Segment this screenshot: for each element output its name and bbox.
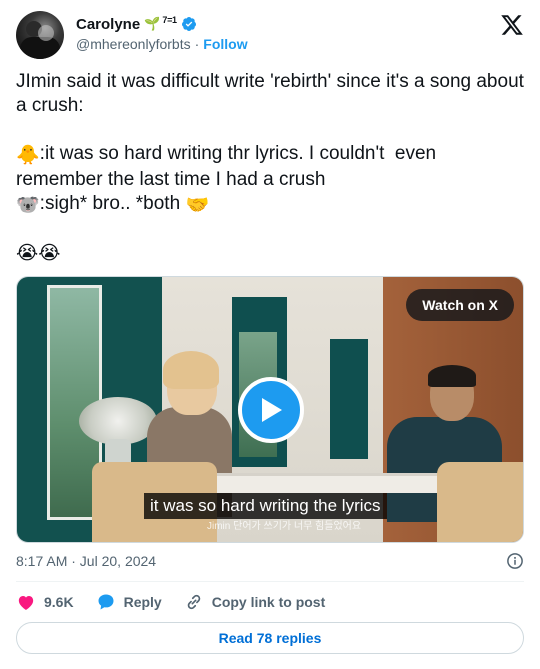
reply-label: Reply (123, 594, 162, 610)
handshake-emoji: 🤝 (185, 195, 210, 216)
tweet-line-1: JImin said it was difficult write 'rebir… (16, 71, 530, 116)
tweet-card: Carolyne 🌱 7=1 @mhereonlyforbts · Follow… (0, 0, 540, 669)
sprout-emoji: 🌱 (144, 16, 161, 31)
tweet-header: Carolyne 🌱 7=1 @mhereonlyforbts · Follow (16, 11, 524, 61)
copy-link-label: Copy link to post (211, 594, 326, 610)
handle[interactable]: @mhereonlyforbts (76, 36, 191, 52)
separator: · (194, 36, 200, 52)
play-button[interactable] (238, 377, 304, 443)
tweet-line-3: :sigh* bro.. *both (39, 193, 186, 214)
info-icon[interactable] (506, 552, 524, 570)
timestamp[interactable]: 8:17 AM · Jul 20, 2024 (16, 553, 156, 569)
name-suffix: 7=1 (162, 15, 177, 25)
avatar[interactable] (16, 11, 64, 59)
name-row: Carolyne 🌱 7=1 (76, 14, 197, 34)
chick-emoji: 🐥 (16, 145, 40, 166)
divider (16, 581, 524, 582)
tweet-line-2: :it was so hard writing thr lyrics. I co… (16, 143, 442, 190)
video-subtitle-korean: Jimin 단어가 쓰기가 너무 힘들었어요 (207, 521, 362, 532)
play-icon (262, 398, 282, 422)
reply-bubble-icon (98, 594, 114, 610)
timestamp-row: 8:17 AM · Jul 20, 2024 (16, 551, 524, 571)
video-player[interactable]: Watch on X it was so hard writing the ly… (16, 276, 524, 543)
like-count: 9.6K (44, 594, 74, 610)
display-name[interactable]: Carolyne (76, 16, 140, 33)
read-replies-button[interactable]: Read 78 replies (16, 622, 524, 654)
handle-row: @mhereonlyforbts · Follow (76, 36, 248, 52)
copy-link-button[interactable]: Copy link to post (184, 592, 326, 612)
tweet-text: JImin said it was difficult write 'rebir… (16, 70, 524, 266)
video-subtitle: it was so hard writing the lyrics (144, 493, 387, 519)
action-bar: 9.6K Reply Copy link to post (16, 590, 347, 614)
x-logo-icon[interactable] (500, 13, 524, 37)
verified-badge-icon (181, 17, 196, 31)
link-icon (187, 594, 200, 610)
follow-button[interactable]: Follow (203, 36, 247, 52)
heart-icon (18, 596, 34, 610)
watch-on-x-button[interactable]: Watch on X (406, 289, 514, 321)
crying-emojis: 😭😭 (16, 243, 61, 264)
koala-emoji: 🐨 (16, 195, 40, 216)
reply-button[interactable]: Reply (96, 592, 162, 612)
like-button[interactable]: 9.6K (16, 592, 74, 612)
